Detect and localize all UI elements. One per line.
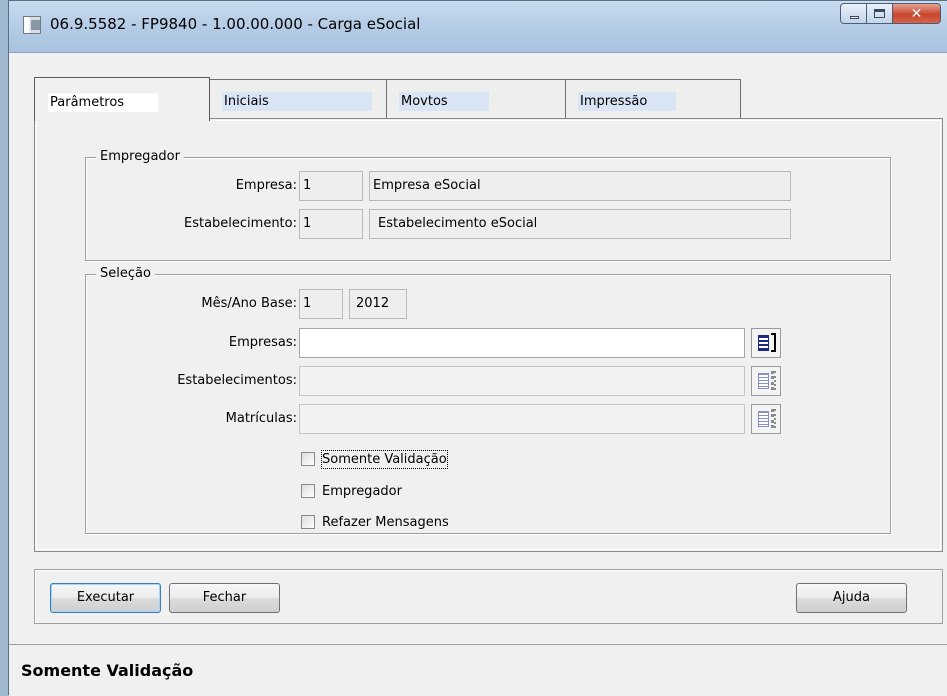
minimize-icon xyxy=(850,16,859,19)
checkbox-box[interactable] xyxy=(301,515,315,529)
checkbox-box[interactable] xyxy=(301,484,315,498)
maximize-button[interactable] xyxy=(867,3,893,24)
estabelecimentos-input[interactable] xyxy=(299,366,745,396)
ano-field[interactable]: 2012 xyxy=(349,289,407,319)
status-text: Somente Validação xyxy=(21,661,194,680)
checkbox-box[interactable] xyxy=(301,452,315,466)
bracket-icon xyxy=(771,333,776,352)
selecao-legend: Seleção xyxy=(96,266,155,282)
empresas-label: Empresas: xyxy=(228,335,297,350)
main-window: 06.9.5582 - FP9840 - 1.00.00.000 - Carga… xyxy=(8,0,947,696)
estabelecimento-code-field[interactable]: 1 xyxy=(299,209,363,239)
list-icon xyxy=(758,373,769,389)
checkbox-label: Empregador xyxy=(322,483,402,499)
tab-impressao[interactable]: Impressão xyxy=(565,79,741,119)
estabelecimento-label: Estabelecimento: xyxy=(183,216,297,231)
app-icon[interactable] xyxy=(23,16,41,34)
bracket-icon xyxy=(771,371,776,390)
status-bar: Somente Validação xyxy=(9,644,947,696)
tab-parametros[interactable]: Parâmetros xyxy=(34,77,210,121)
estabelecimento-name-field[interactable]: Estabelecimento eSocial xyxy=(369,209,791,239)
empregador-legend: Empregador xyxy=(96,149,184,165)
tab-label: Iniciais xyxy=(222,92,372,111)
title-bar[interactable]: 06.9.5582 - FP9840 - 1.00.00.000 - Carga… xyxy=(9,1,947,53)
executar-button[interactable]: Executar xyxy=(50,583,161,613)
empresa-label: Empresa: xyxy=(235,178,297,193)
empresa-code-field[interactable]: 1 xyxy=(299,171,363,201)
mes-field[interactable]: 1 xyxy=(299,289,343,319)
mes-ano-label: Mês/Ano Base: xyxy=(201,296,297,311)
maximize-icon xyxy=(874,9,885,18)
list-icon xyxy=(758,335,769,351)
minimize-button[interactable] xyxy=(840,3,867,24)
empregador-checkbox[interactable]: Empregador xyxy=(301,481,402,501)
matriculas-input[interactable] xyxy=(299,404,745,434)
checkbox-label: Refazer Mensagens xyxy=(322,514,449,530)
matriculas-zoom-button[interactable] xyxy=(751,404,781,434)
checkbox-label: Somente Validação xyxy=(321,449,448,469)
list-icon xyxy=(758,411,769,427)
tab-label: Impressão xyxy=(578,92,676,111)
ajuda-button[interactable]: Ajuda xyxy=(796,583,907,613)
tab-movtos[interactable]: Movtos xyxy=(386,79,566,119)
refazer-mensagens-checkbox[interactable]: Refazer Mensagens xyxy=(301,512,449,532)
window-controls: ✕ xyxy=(840,3,941,25)
bracket-icon xyxy=(771,409,776,428)
estabelecimentos-zoom-button[interactable] xyxy=(751,366,781,396)
tab-panel-parametros: Empregador Empresa: 1 Empresa eSocial Es… xyxy=(34,118,943,552)
close-icon: ✕ xyxy=(910,5,923,22)
empresa-name-field[interactable]: Empresa eSocial xyxy=(369,171,791,201)
matriculas-label: Matrículas: xyxy=(225,411,297,426)
estabelecimentos-label: Estabelecimentos: xyxy=(177,373,297,388)
window-title: 06.9.5582 - FP9840 - 1.00.00.000 - Carga… xyxy=(50,15,421,33)
empresas-zoom-button[interactable] xyxy=(751,328,781,358)
tab-iniciais[interactable]: Iniciais xyxy=(209,79,387,119)
fechar-button[interactable]: Fechar xyxy=(169,583,280,613)
tab-label: Parâmetros xyxy=(48,93,158,112)
empresas-input[interactable] xyxy=(299,328,745,358)
tab-label: Movtos xyxy=(399,92,489,111)
somente-validacao-checkbox[interactable]: Somente Validação xyxy=(301,449,448,469)
close-button[interactable]: ✕ xyxy=(893,3,941,24)
